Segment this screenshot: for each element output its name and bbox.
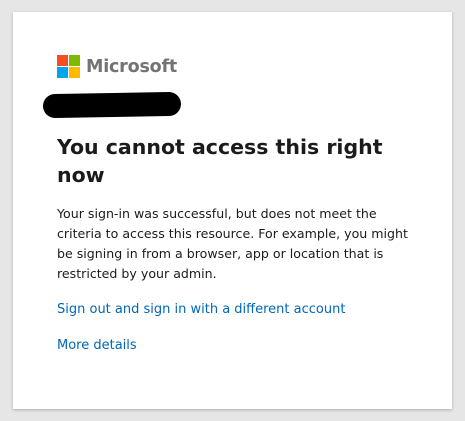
logo-text: Microsoft: [86, 56, 178, 77]
logo-square-yellow: [69, 67, 80, 78]
sign-in-card: Microsoft You cannot access this right n…: [13, 12, 452, 409]
redacted-account-name: [42, 91, 182, 119]
microsoft-logo-icon: [57, 55, 80, 78]
description-text: Your sign-in was successful, but does no…: [57, 206, 408, 281]
logo-square-green: [69, 55, 80, 66]
logo-square-blue: [57, 67, 68, 78]
more-details-link[interactable]: More details: [57, 336, 137, 356]
logo-square-red: [57, 55, 68, 66]
sign-out-link[interactable]: Sign out and sign in with a different ac…: [57, 300, 345, 320]
microsoft-logo: Microsoft: [57, 55, 177, 78]
page-title: You cannot access this right now: [57, 135, 383, 187]
